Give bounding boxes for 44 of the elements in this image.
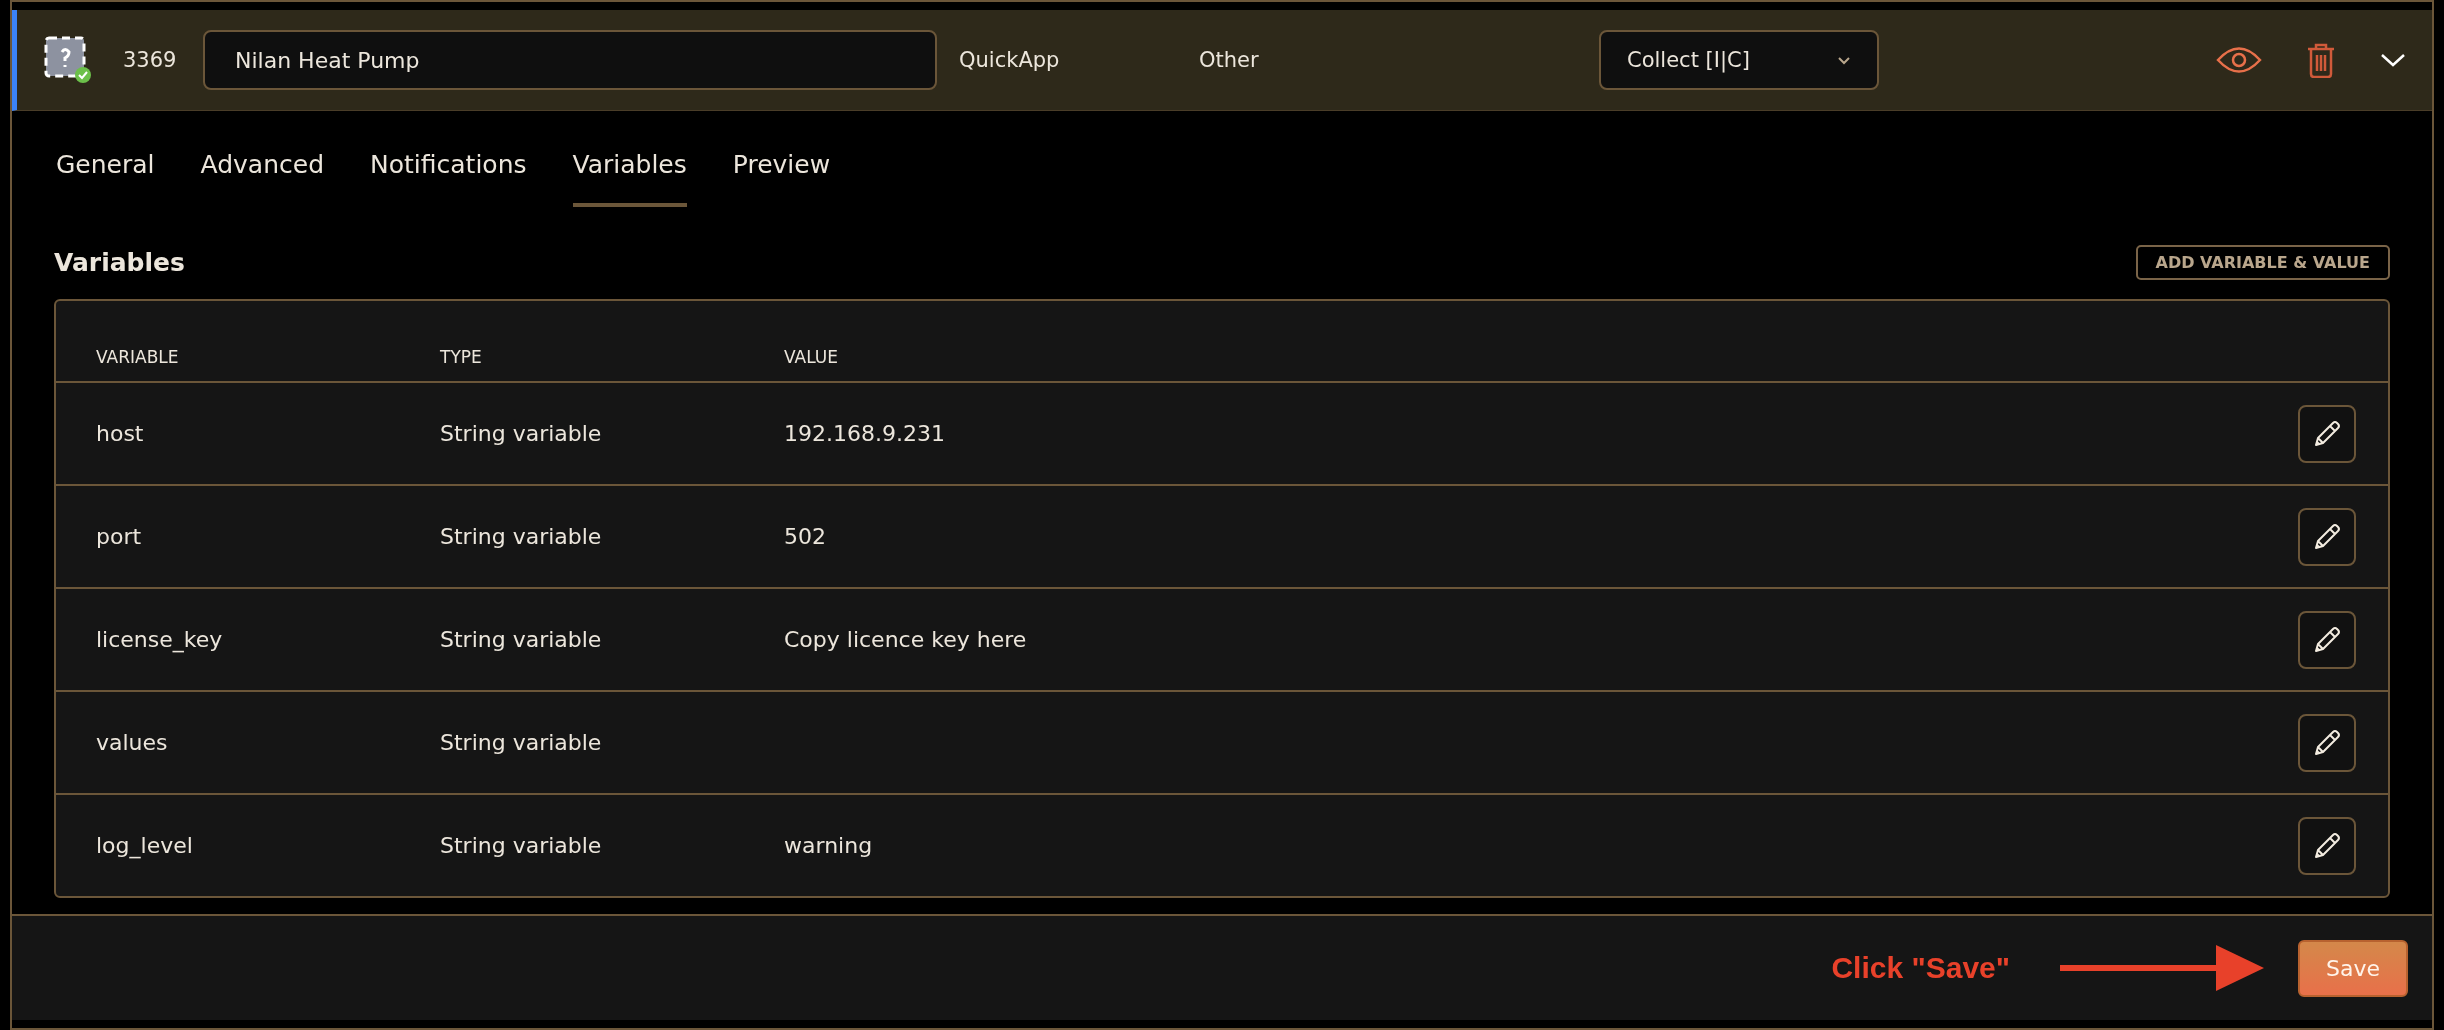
edit-button[interactable] [2298,713,2356,772]
table-cell-text: license_key [96,627,224,652]
add-variable-button[interactable]: ADD VARIABLE & VALUE [2135,244,2390,280]
table-cell-text: host [96,421,145,446]
column-header: VALUE [784,347,839,367]
name-field[interactable]: Nilan Heat Pump [203,30,937,90]
pencil-icon [2312,624,2342,655]
device-category: Other [1199,48,1260,72]
pencil-icon [2312,418,2342,449]
tab[interactable]: Advanced [200,150,325,207]
pencil-icon [2312,521,2342,552]
edit-button[interactable] [2298,816,2356,875]
tab[interactable]: Preview [732,150,831,207]
table-cell-text: Copy licence key here [784,627,1028,652]
section-title: Variables [54,247,185,277]
table-cell-text: String variable [440,421,603,446]
device-id: 3369 [123,48,178,72]
table-cell-text: String variable [440,627,603,652]
table-cell-text: values [96,730,169,755]
pencil-icon [2312,727,2342,758]
table-cell-text: String variable [440,833,603,858]
table-cell-text: warning [784,833,874,858]
tab[interactable]: Variables [572,150,687,207]
pencil-icon [2312,830,2342,861]
trash-icon[interactable] [2306,42,2336,78]
edit-button[interactable] [2298,404,2356,463]
annotation-text: Click "Save" [1831,951,2010,985]
table-cell-text: String variable [440,524,603,549]
table-cell-text: 502 [784,524,827,549]
table-cell-text: port [96,524,143,549]
column-header: TYPE [440,347,483,367]
eye-icon[interactable] [2216,45,2262,75]
caret-icon [1837,55,1851,65]
tab[interactable]: Notifications [370,150,527,207]
column-header: VARIABLE [96,347,180,367]
edit-button[interactable] [2298,507,2356,566]
tab[interactable]: General [56,150,155,207]
table-cell-text: log_level [96,833,194,858]
table-cell-text: 192.168.9.231 [784,421,946,446]
chevron-down-icon[interactable] [2380,52,2406,68]
edit-button[interactable] [2298,610,2356,669]
device-type: QuickApp [959,48,1061,72]
table-cell-text: String variable [440,730,603,755]
mode-dropdown[interactable]: Collect [I|C] [1599,30,1879,90]
